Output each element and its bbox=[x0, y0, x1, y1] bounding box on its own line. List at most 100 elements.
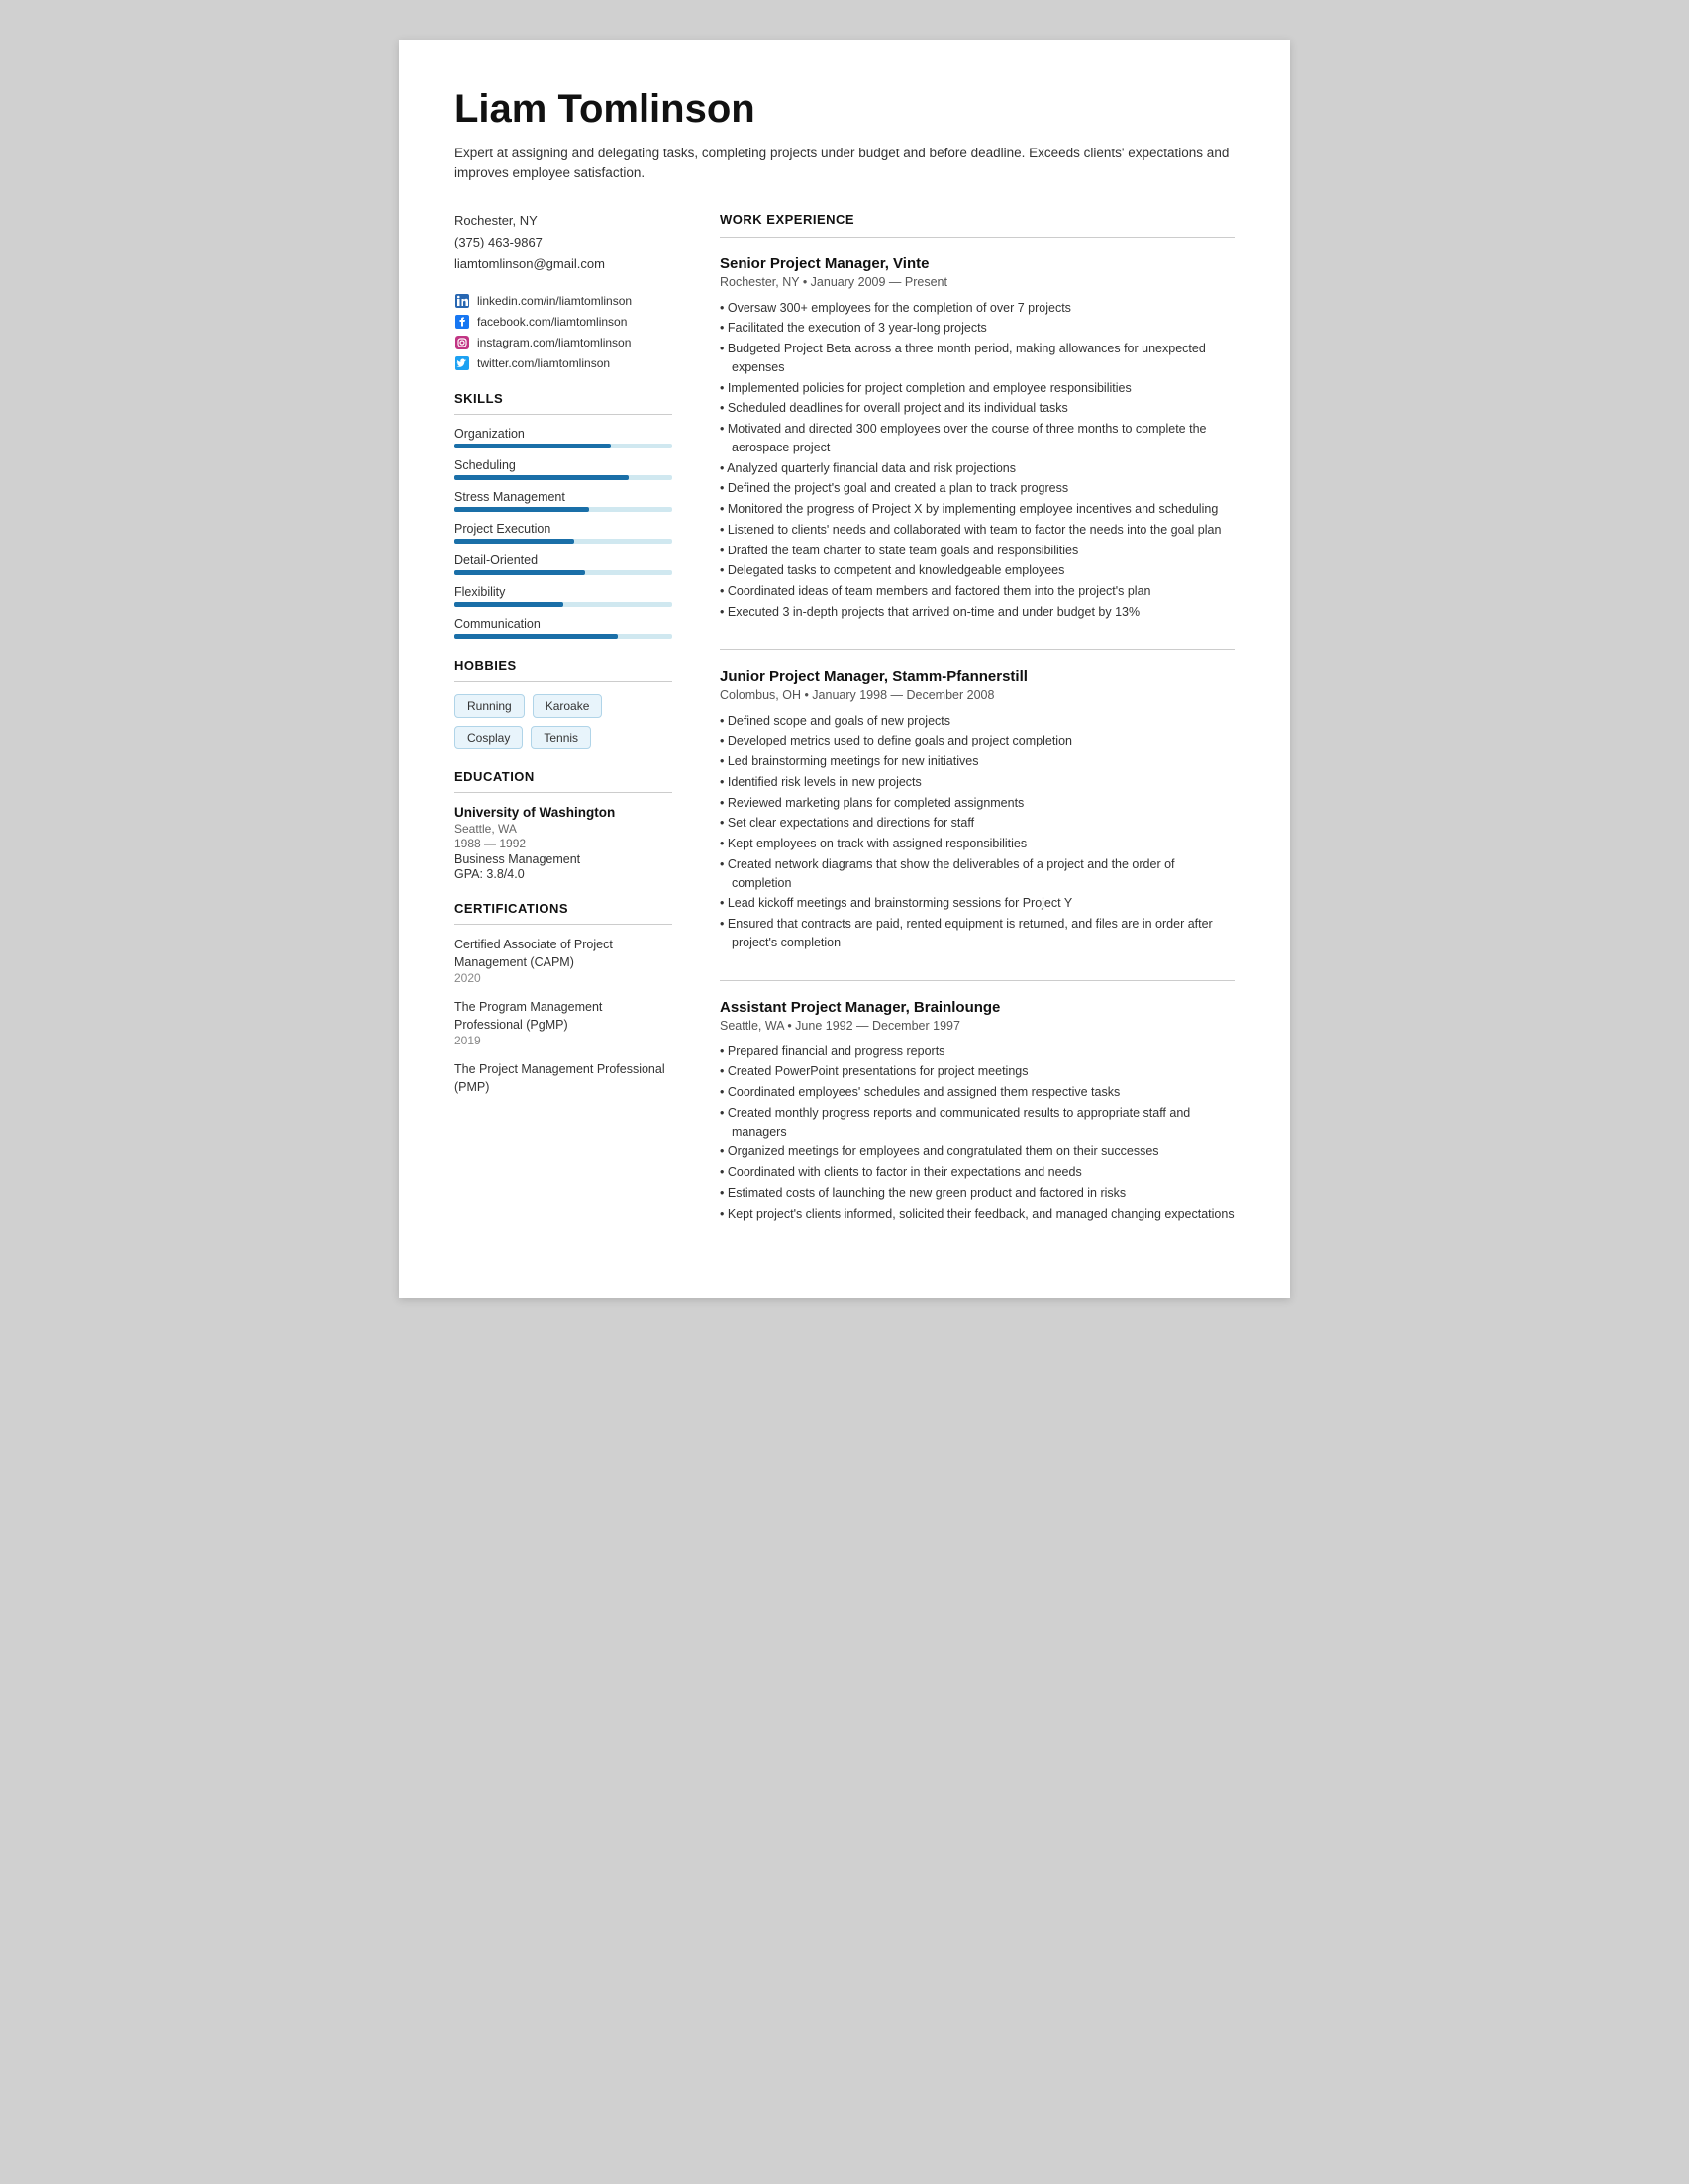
skill-name: Stress Management bbox=[454, 490, 672, 504]
work-title: WORK EXPERIENCE bbox=[720, 212, 1235, 227]
job-bullet: Analyzed quarterly financial data and ri… bbox=[720, 459, 1235, 478]
job-bullet: Coordinated ideas of team members and fa… bbox=[720, 582, 1235, 601]
job-bullet: Budgeted Project Beta across a three mon… bbox=[720, 340, 1235, 377]
linkedin-text: linkedin.com/in/liamtomlinson bbox=[477, 294, 632, 308]
hobbies-title: HOBBIES bbox=[454, 658, 672, 673]
job-bullet: Developed metrics used to define goals a… bbox=[720, 732, 1235, 750]
job-bullet: Scheduled deadlines for overall project … bbox=[720, 399, 1235, 418]
contact-email: liamtomlinson@gmail.com bbox=[454, 255, 672, 273]
job-bullet: Facilitated the execution of 3 year-long… bbox=[720, 319, 1235, 338]
twitter-icon bbox=[454, 355, 470, 371]
hobbies-tags: RunningKaroakeCosplayTennis bbox=[454, 694, 672, 749]
education-divider bbox=[454, 792, 672, 793]
education-list: University of Washington Seattle, WA 198… bbox=[454, 805, 672, 881]
certifications-list: Certified Associate of Project Managemen… bbox=[454, 937, 672, 1096]
job-title: Junior Project Manager, Stamm-Pfannersti… bbox=[720, 668, 1235, 685]
skills-list: Organization Scheduling Stress Managemen… bbox=[454, 427, 672, 639]
skill-bar-bg bbox=[454, 602, 672, 607]
job-bullets: Prepared financial and progress reportsC… bbox=[720, 1042, 1235, 1224]
facebook-icon bbox=[454, 314, 470, 330]
job-bullet: Defined the project's goal and created a… bbox=[720, 479, 1235, 498]
job-bullet: Delegated tasks to competent and knowled… bbox=[720, 561, 1235, 580]
job-bullet: Created PowerPoint presentations for pro… bbox=[720, 1062, 1235, 1081]
job-bullets: Defined scope and goals of new projectsD… bbox=[720, 712, 1235, 952]
job-bullet: Oversaw 300+ employees for the completio… bbox=[720, 299, 1235, 318]
facebook-text: facebook.com/liamtomlinson bbox=[477, 315, 627, 329]
hobby-tag: Karoake bbox=[533, 694, 603, 718]
skill-item: Detail-Oriented bbox=[454, 553, 672, 575]
job-bullet: Coordinated with clients to factor in th… bbox=[720, 1163, 1235, 1182]
job-title: Senior Project Manager, Vinte bbox=[720, 255, 1235, 272]
social-instagram: instagram.com/liamtomlinson bbox=[454, 335, 672, 350]
linkedin-icon bbox=[454, 293, 470, 309]
hobby-tag: Cosplay bbox=[454, 726, 523, 749]
skill-bar-bg bbox=[454, 539, 672, 544]
social-facebook: facebook.com/liamtomlinson bbox=[454, 314, 672, 330]
cert-name: The Program Management Professional (PgM… bbox=[454, 999, 672, 1034]
job-bullet: Ensured that contracts are paid, rented … bbox=[720, 915, 1235, 952]
skill-bar-fill bbox=[454, 602, 563, 607]
instagram-text: instagram.com/liamtomlinson bbox=[477, 336, 631, 349]
skills-section: SKILLS Organization Scheduling Stress Ma… bbox=[454, 391, 672, 639]
contact-location: Rochester, NY bbox=[454, 212, 672, 230]
job-bullet: Kept project's clients informed, solicit… bbox=[720, 1205, 1235, 1224]
job-meta: Seattle, WA • June 1992 — December 1997 bbox=[720, 1019, 1235, 1033]
job-bullet: Created network diagrams that show the d… bbox=[720, 855, 1235, 893]
skill-bar-bg bbox=[454, 634, 672, 639]
skill-name: Flexibility bbox=[454, 585, 672, 599]
skill-name: Organization bbox=[454, 427, 672, 441]
job-bullet: Monitored the progress of Project X by i… bbox=[720, 500, 1235, 519]
certifications-title: CERTIFICATIONS bbox=[454, 901, 672, 916]
skill-item: Stress Management bbox=[454, 490, 672, 512]
skills-divider bbox=[454, 414, 672, 415]
job-bullet: Prepared financial and progress reports bbox=[720, 1042, 1235, 1061]
skills-title: SKILLS bbox=[454, 391, 672, 406]
twitter-text: twitter.com/liamtomlinson bbox=[477, 356, 610, 370]
job-divider bbox=[720, 980, 1235, 981]
left-column: Rochester, NY (375) 463-9867 liamtomlins… bbox=[454, 212, 672, 1251]
hobby-tag: Running bbox=[454, 694, 525, 718]
edu-field: Business Management bbox=[454, 852, 672, 866]
education-item: University of Washington Seattle, WA 198… bbox=[454, 805, 672, 881]
right-column: WORK EXPERIENCE Senior Project Manager, … bbox=[720, 212, 1235, 1251]
edu-years: 1988 — 1992 bbox=[454, 837, 672, 850]
skill-item: Project Execution bbox=[454, 522, 672, 544]
job-bullet: Listened to clients' needs and collabora… bbox=[720, 521, 1235, 540]
skill-bar-bg bbox=[454, 507, 672, 512]
skill-bar-fill bbox=[454, 634, 618, 639]
edu-location: Seattle, WA bbox=[454, 822, 672, 836]
cert-year: 2019 bbox=[454, 1034, 672, 1047]
contact-phone: (375) 463-9867 bbox=[454, 234, 672, 251]
cert-name: Certified Associate of Project Managemen… bbox=[454, 937, 672, 971]
cert-item: The Project Management Professional (PMP… bbox=[454, 1061, 672, 1096]
skill-item: Flexibility bbox=[454, 585, 672, 607]
skill-bar-fill bbox=[454, 539, 574, 544]
edu-gpa: GPA: 3.8/4.0 bbox=[454, 867, 672, 881]
skill-item: Organization bbox=[454, 427, 672, 448]
skill-name: Project Execution bbox=[454, 522, 672, 536]
skill-bar-fill bbox=[454, 475, 629, 480]
skill-item: Scheduling bbox=[454, 458, 672, 480]
education-section: EDUCATION University of Washington Seatt… bbox=[454, 769, 672, 881]
certifications-section: CERTIFICATIONS Certified Associate of Pr… bbox=[454, 901, 672, 1096]
job-title: Assistant Project Manager, Brainlounge bbox=[720, 999, 1235, 1016]
job-item: Assistant Project Manager, Brainlounge S… bbox=[720, 999, 1235, 1224]
instagram-icon bbox=[454, 335, 470, 350]
job-bullet: Reviewed marketing plans for completed a… bbox=[720, 794, 1235, 813]
hobbies-section: HOBBIES RunningKaroakeCosplayTennis bbox=[454, 658, 672, 749]
education-title: EDUCATION bbox=[454, 769, 672, 784]
hobbies-divider bbox=[454, 681, 672, 682]
skill-bar-fill bbox=[454, 444, 611, 448]
contact-section: Rochester, NY (375) 463-9867 liamtomlins… bbox=[454, 212, 672, 274]
job-meta: Colombus, OH • January 1998 — December 2… bbox=[720, 688, 1235, 702]
skill-bar-bg bbox=[454, 444, 672, 448]
skill-bar-bg bbox=[454, 475, 672, 480]
cert-item: The Program Management Professional (PgM… bbox=[454, 999, 672, 1047]
social-twitter: twitter.com/liamtomlinson bbox=[454, 355, 672, 371]
resume-container: Liam Tomlinson Expert at assigning and d… bbox=[399, 40, 1290, 1298]
job-bullet: Executed 3 in-depth projects that arrive… bbox=[720, 603, 1235, 622]
skill-name: Detail-Oriented bbox=[454, 553, 672, 567]
work-divider bbox=[720, 237, 1235, 238]
edu-institution: University of Washington bbox=[454, 805, 672, 820]
jobs-list: Senior Project Manager, Vinte Rochester,… bbox=[720, 255, 1235, 1224]
